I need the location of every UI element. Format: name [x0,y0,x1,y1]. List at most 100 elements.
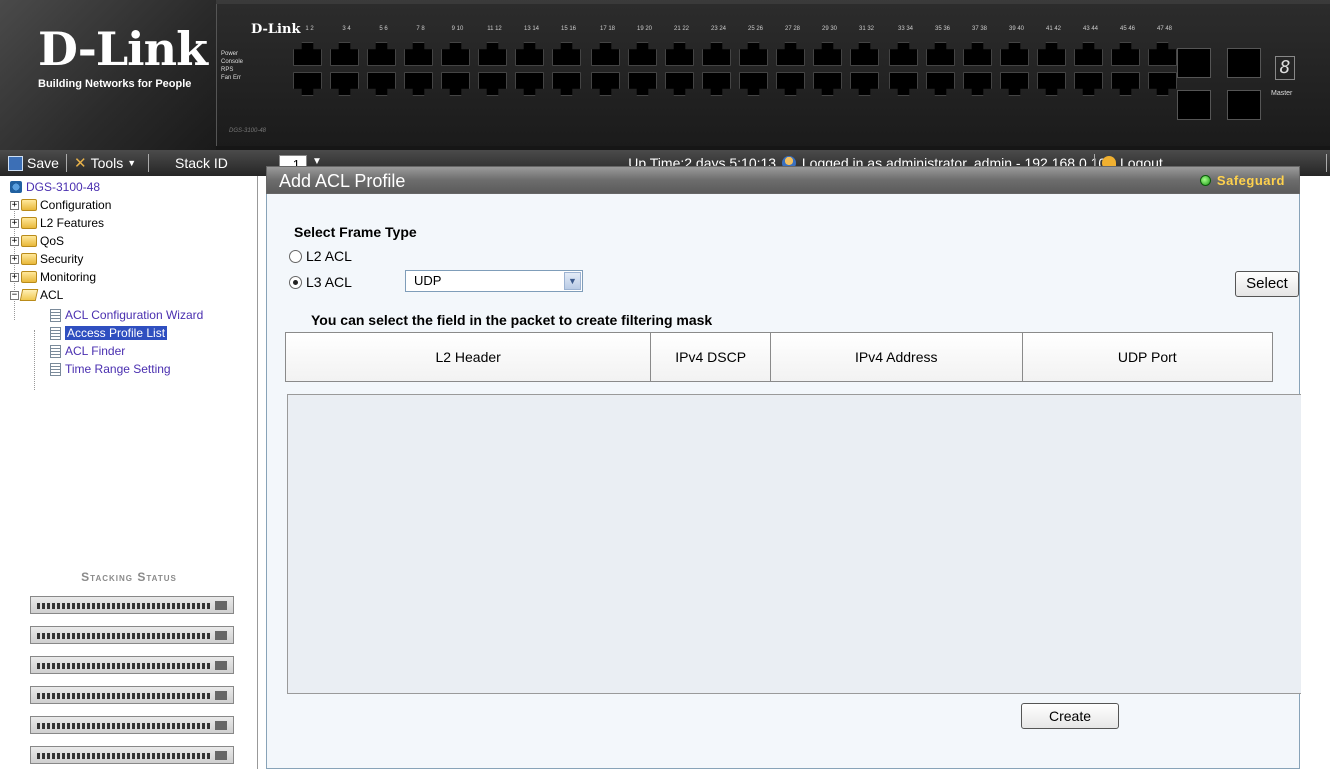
ethernet-port[interactable] [963,72,992,96]
ethernet-port[interactable] [702,72,731,96]
ethernet-port[interactable] [889,72,918,96]
chevron-down-icon[interactable]: ▼ [564,272,581,290]
ethernet-port[interactable] [1111,72,1140,96]
ethernet-port[interactable] [665,42,694,66]
ethernet-port[interactable] [926,72,955,96]
expand-icon[interactable]: + [10,236,19,246]
ethernet-port[interactable] [1037,72,1066,96]
ethernet-port[interactable] [591,72,620,96]
ethernet-port[interactable] [367,72,396,96]
ethernet-port[interactable] [552,42,581,66]
ethernet-port[interactable] [515,72,544,96]
ethernet-port[interactable] [1111,42,1140,66]
expand-icon[interactable]: + [10,272,19,282]
tree-root[interactable]: DGS-3100-48 [10,178,100,196]
l3-acl-radio[interactable] [289,275,302,289]
stack-unit-3[interactable] [30,656,234,674]
tree-item-acl-finder[interactable]: ACL Finder [50,342,125,360]
ethernet-port[interactable] [628,72,657,96]
combo-port-45[interactable] [1177,48,1211,78]
save-label: Save [27,155,59,171]
tree-folder-l2-features[interactable]: + L2 Features [10,214,104,232]
ethernet-port[interactable] [665,72,694,96]
ethernet-port[interactable] [1148,72,1177,96]
ethernet-port[interactable] [1000,42,1029,66]
stack-unit-2[interactable] [30,626,234,644]
ethernet-port[interactable] [330,72,359,96]
port-number: 33 34 [897,26,913,32]
ethernet-port[interactable] [515,42,544,66]
combo-port-47[interactable] [1227,48,1261,78]
ethernet-port[interactable] [478,42,507,66]
save-button[interactable]: Save [8,154,59,172]
l3-acl-option[interactable]: L3 ACL [289,274,352,290]
tree-folder-monitoring[interactable]: + Monitoring [10,268,96,286]
ethernet-port[interactable] [552,72,581,96]
tree-folder-security[interactable]: + Security [10,250,83,268]
ethernet-port[interactable] [889,42,918,66]
ethernet-port[interactable] [813,72,842,96]
ethernet-port[interactable] [850,42,879,66]
ethernet-port[interactable] [441,72,470,96]
ethernet-port[interactable] [293,72,322,96]
ethernet-port[interactable] [404,72,433,96]
ethernet-port[interactable] [293,42,322,66]
ethernet-port[interactable] [1074,72,1103,96]
tree-folder-qos[interactable]: + QoS [10,232,64,250]
ethernet-port[interactable] [478,72,507,96]
chevron-down-icon: ▼ [127,158,137,168]
ethernet-port[interactable] [591,42,620,66]
ethernet-port[interactable] [441,42,470,66]
field-l2-header[interactable]: L2 Header [286,333,652,381]
tools-menu[interactable]: ✕ Tools ▼ [74,154,136,172]
field-udp-port[interactable]: UDP Port [1022,333,1273,381]
create-button[interactable]: Create [1021,703,1119,729]
tree-item-acl-configuration-wizard[interactable]: ACL Configuration Wizard [50,306,203,324]
stack-unit-5[interactable] [30,716,234,734]
tree-item-time-range-setting[interactable]: Time Range Setting [50,360,171,378]
stack-unit-6[interactable] [30,746,234,764]
stack-unit-4[interactable] [30,686,234,704]
expand-icon[interactable]: + [10,200,19,210]
ethernet-port[interactable] [1074,42,1103,66]
expand-icon[interactable]: + [10,254,19,264]
ethernet-port[interactable] [367,42,396,66]
tree-folder-acl[interactable]: − ACL [10,286,63,304]
ethernet-port[interactable] [850,72,879,96]
protocol-select[interactable]: UDP ▼ [405,270,583,292]
tree-item-access-profile-list[interactable]: Access Profile List [50,324,168,342]
dlink-logo: D-Link Building Networks for People [0,0,216,150]
ethernet-port[interactable] [776,42,805,66]
ethernet-port[interactable] [926,42,955,66]
port-number: 23 24 [710,26,726,32]
l2-acl-radio[interactable] [289,249,302,263]
l2-acl-option[interactable]: L2 ACL [289,248,352,264]
field-ipv4-address[interactable]: IPv4 Address [771,333,1023,381]
led-rps: RPS [221,67,234,73]
ethernet-port[interactable] [1037,42,1066,66]
expand-icon[interactable]: + [10,218,19,228]
page-icon [50,362,61,376]
ethernet-port[interactable] [813,42,842,66]
field-ipv4-dscp[interactable]: IPv4 DSCP [651,333,772,381]
ethernet-port[interactable] [330,42,359,66]
port-number: 25 26 [747,26,763,32]
ethernet-port[interactable] [776,72,805,96]
combo-port-48[interactable] [1227,90,1261,120]
select-button[interactable]: Select [1235,271,1299,297]
ethernet-port[interactable] [1000,72,1029,96]
ethernet-port[interactable] [739,42,768,66]
ethernet-port[interactable] [1148,42,1177,66]
collapse-icon[interactable]: − [10,290,19,300]
tree-folder-configuration[interactable]: + Configuration [10,196,111,214]
port-number: 9 10 [451,26,464,32]
ethernet-port[interactable] [739,72,768,96]
switch-model: DGS-3100-48 [229,128,267,134]
ethernet-port[interactable] [404,42,433,66]
port-number: 21 22 [673,26,689,32]
ethernet-port[interactable] [628,42,657,66]
stack-unit-1[interactable] [30,596,234,614]
ethernet-port[interactable] [963,42,992,66]
combo-port-46[interactable] [1177,90,1211,120]
ethernet-port[interactable] [702,42,731,66]
